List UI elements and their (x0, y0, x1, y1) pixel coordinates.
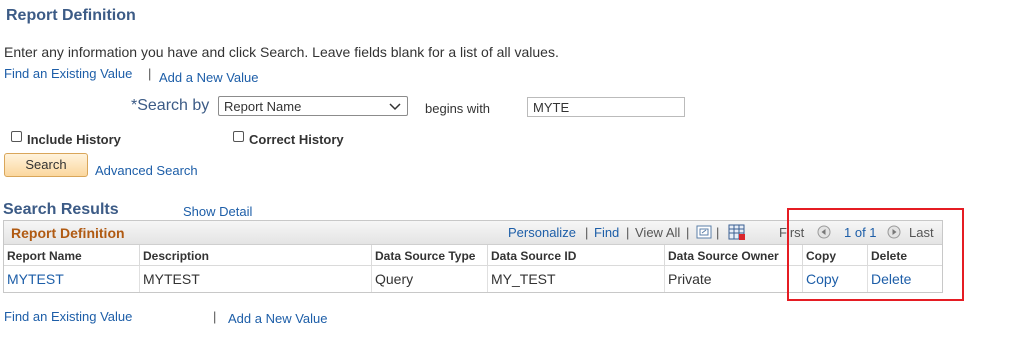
search-button[interactable]: Search (4, 153, 88, 177)
instructions-text: Enter any information you have and click… (4, 44, 559, 60)
show-detail-link[interactable]: Show Detail (183, 204, 252, 219)
grid-separator: | (716, 225, 720, 240)
view-all-link[interactable]: View All (635, 225, 680, 240)
include-history-checkbox[interactable] (11, 131, 22, 142)
find-existing-link[interactable]: Find an Existing Value (4, 66, 132, 81)
footer-add-new-value-link[interactable]: Add a New Value (228, 311, 328, 326)
search-value-input[interactable]: MYTE (527, 97, 685, 117)
row-data-source-owner: Private (665, 266, 803, 292)
grid-separator: | (585, 225, 589, 240)
row-report-name-link[interactable]: MYTEST (4, 266, 140, 292)
grid-separator: | (686, 225, 690, 240)
footer-separator: | (213, 309, 217, 324)
col-description[interactable]: Description (140, 245, 372, 266)
zoom-grid-icon[interactable] (696, 225, 712, 239)
tab-separator: | (148, 66, 152, 81)
search-field-select[interactable]: Report Name (218, 96, 408, 116)
search-field-value: Report Name (224, 99, 302, 114)
correct-history-checkbox[interactable] (233, 131, 244, 142)
grid-separator: | (626, 225, 630, 240)
row-data-source-id: MY_TEST (488, 266, 665, 292)
row-description: MYTEST (140, 266, 372, 292)
col-report-name[interactable]: Report Name (4, 245, 140, 266)
highlight-box (787, 208, 964, 301)
page-title: Report Definition (6, 7, 136, 24)
add-new-value-link[interactable]: Add a New Value (159, 70, 259, 85)
advanced-search-link[interactable]: Advanced Search (95, 163, 198, 178)
search-operator: begins with (425, 101, 491, 116)
include-history-option[interactable]: Include History (10, 131, 130, 147)
correct-history-option[interactable]: Correct History (232, 131, 352, 147)
chevron-down-icon (389, 103, 401, 111)
search-value-text: MYTE (533, 100, 570, 115)
grid-title: Report Definition (11, 225, 125, 241)
search-results-title: Search Results (3, 201, 119, 218)
row-data-source-type: Query (372, 266, 488, 292)
footer-find-existing-link[interactable]: Find an Existing Value (4, 309, 132, 324)
include-history-label: Include History (27, 132, 121, 147)
personalize-link[interactable]: Personalize (508, 225, 576, 240)
download-spreadsheet-icon[interactable] (728, 224, 746, 241)
col-data-source-type[interactable]: Data Source Type (372, 245, 488, 266)
col-data-source-id[interactable]: Data Source ID (488, 245, 665, 266)
find-existing-tab[interactable]: Find an Existing Value (4, 66, 132, 81)
correct-history-label: Correct History (249, 132, 344, 147)
col-data-source-owner[interactable]: Data Source Owner (665, 245, 803, 266)
find-link[interactable]: Find (594, 225, 619, 240)
search-by-label: *Search by (131, 97, 210, 114)
